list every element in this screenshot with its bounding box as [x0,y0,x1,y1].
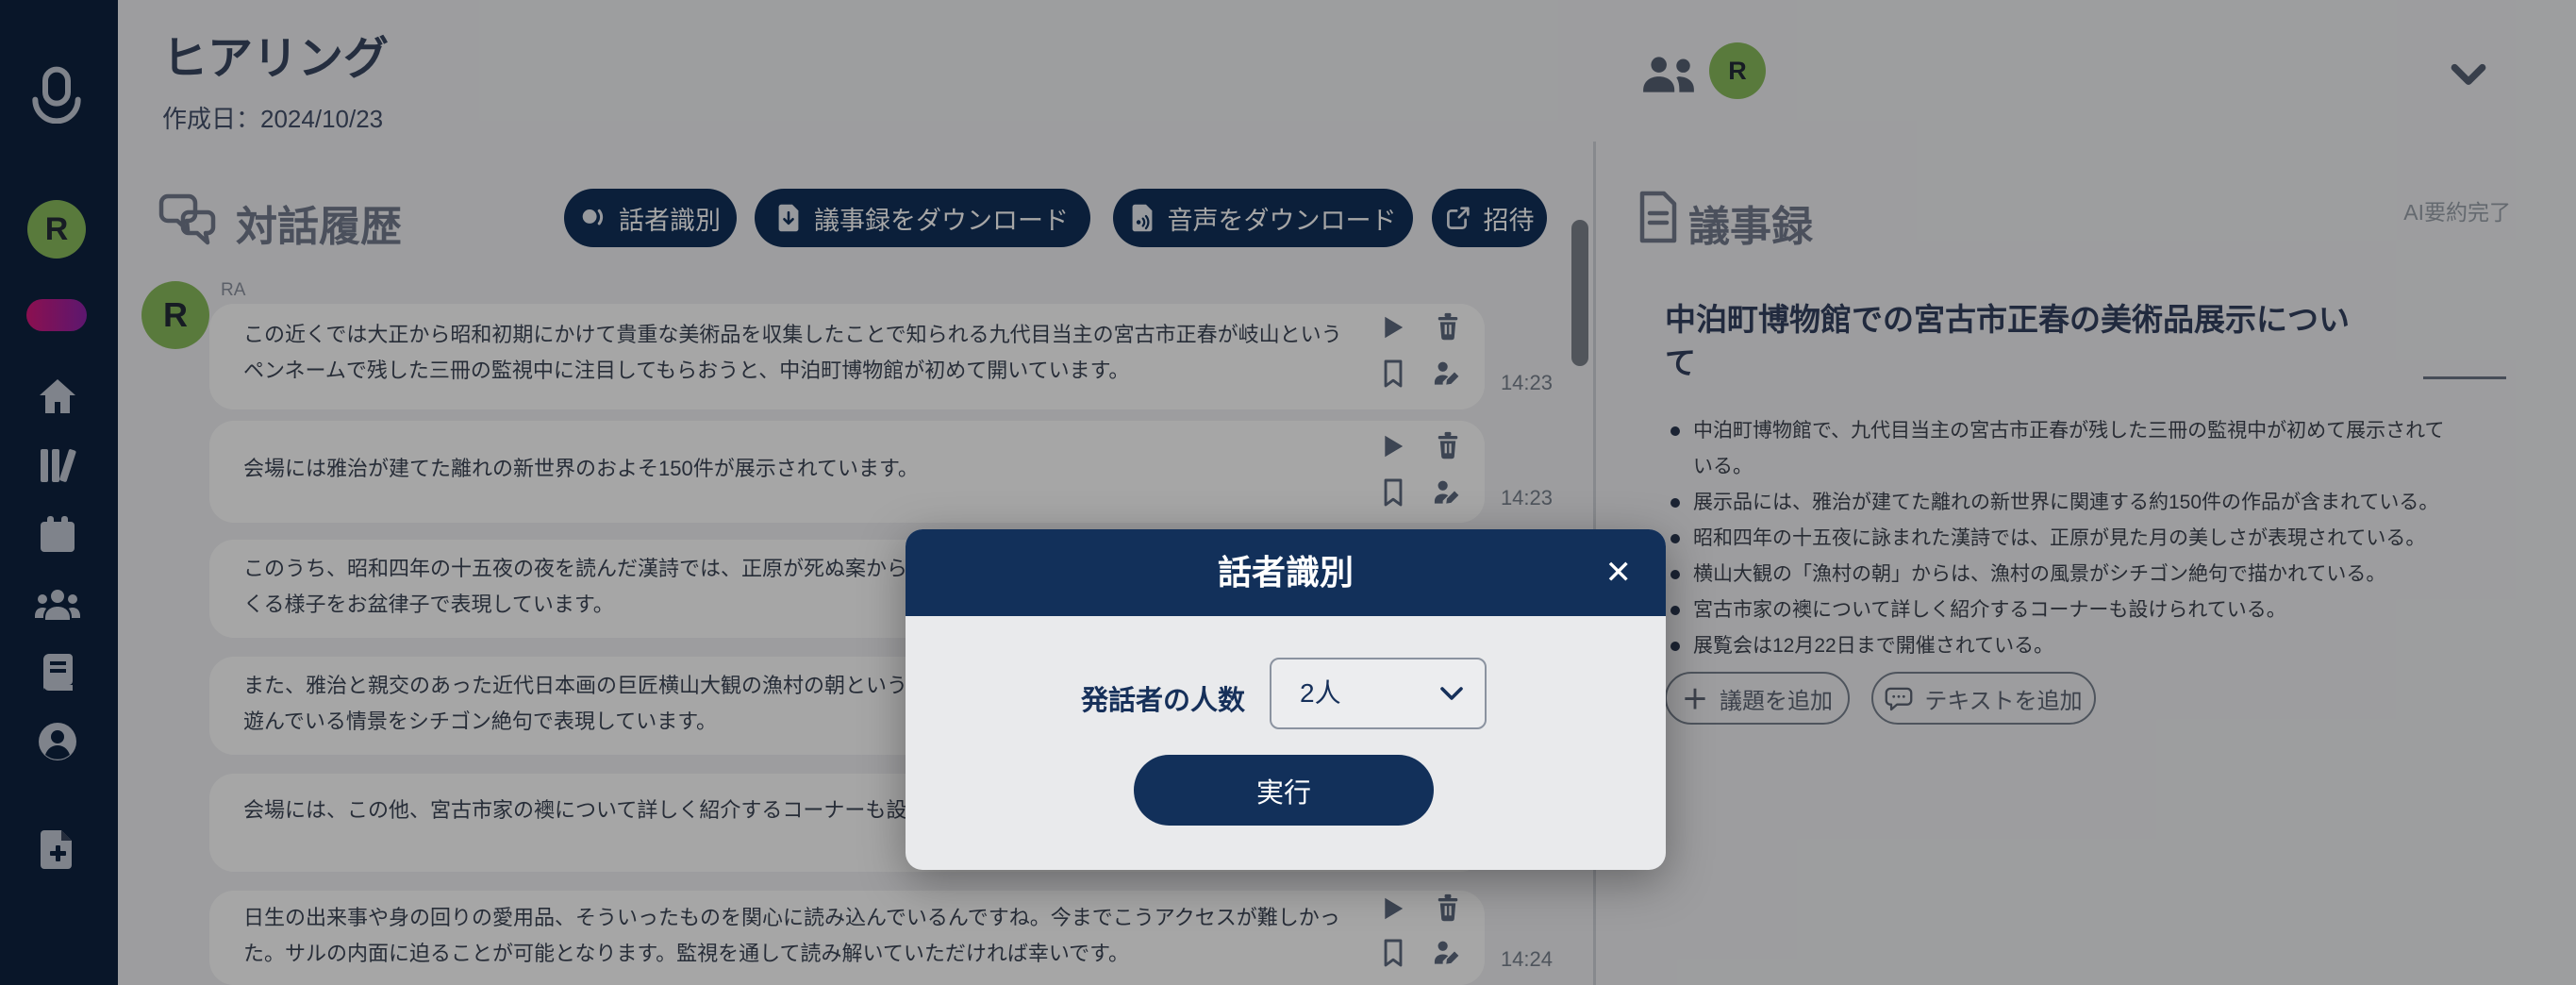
close-icon[interactable]: ✕ [1605,554,1633,592]
speaker-count-select[interactable]: 2人 [1270,658,1487,729]
speaker-id-modal: 話者識別 ✕ 発話者の人数 2人 実行 [906,529,1666,870]
speaker-count-label: 発話者の人数 [1081,678,1245,718]
modal-header: 話者識別 ✕ [906,529,1666,616]
modal-title: 話者識別 [906,529,1666,616]
app-root: R [0,0,2576,985]
execute-button[interactable]: 実行 [1134,755,1434,826]
select-value: 2人 [1300,659,1341,727]
chevron-down-icon [1439,686,1464,702]
